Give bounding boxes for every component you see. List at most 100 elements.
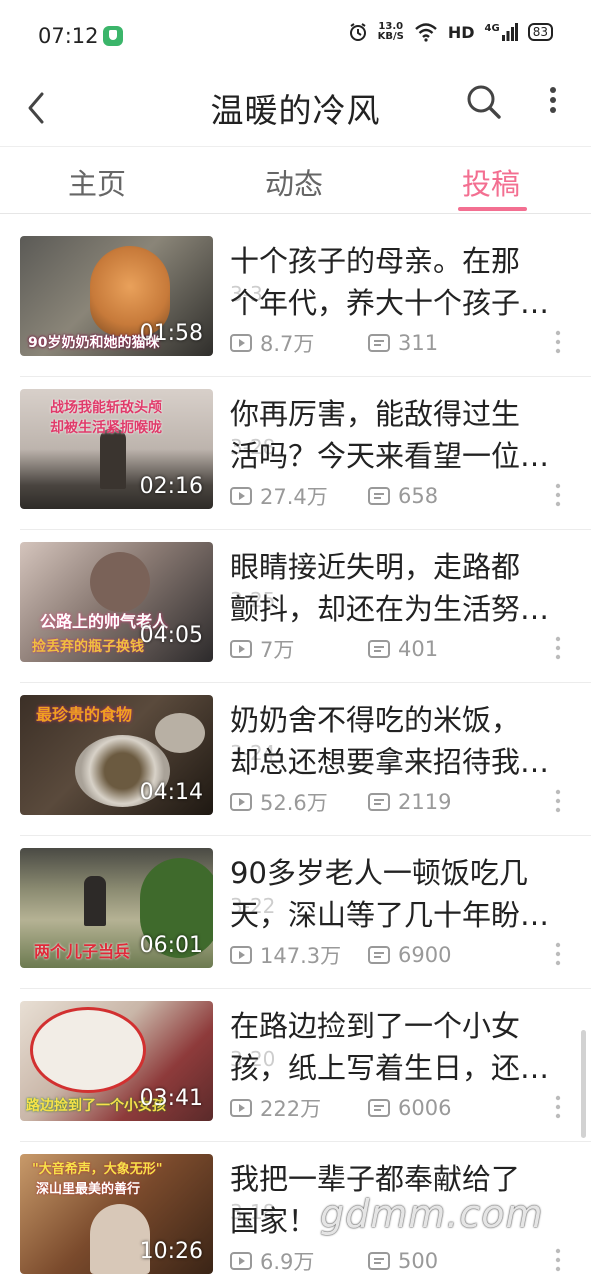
comment-count-value: 500 (398, 1249, 439, 1273)
item-more-icon[interactable] (550, 634, 566, 662)
video-title-line1: 眼睛接近失明，走路都 (230, 550, 521, 584)
video-thumbnail: 90岁奶奶和她的猫咪 01:58 (20, 236, 213, 356)
video-thumbnail: 最珍贵的食物 04:14 (20, 695, 213, 815)
thumb-caption-2: 捡丢弃的瓶子换钱 (32, 639, 144, 655)
thumb-caption: 两个儿子当兵 (34, 942, 131, 961)
video-stats: 52.6万 2119 (230, 787, 451, 817)
video-title-line2: 个年代，养大十个孩子… (230, 286, 550, 320)
video-item[interactable]: 最珍贵的食物 04:14 3-24 奶奶舍不得吃的米饭， 却总还想要拿来招待我…… (0, 683, 591, 836)
view-count: 7万 (230, 634, 368, 664)
video-thumbnail: "大音希声，大象无形" 深山里最美的善行 10:26 (20, 1154, 213, 1274)
comment-count: 500 (368, 1249, 438, 1273)
play-icon (230, 334, 252, 352)
video-item[interactable]: 90岁奶奶和她的猫咪 01:58 3-3 十个孩子的母亲。在那 个年代，养大十个… (0, 224, 591, 377)
comment-icon (368, 1099, 390, 1117)
video-title-line2: 孩，纸上写着生日，还… (230, 1051, 550, 1085)
video-duration: 04:14 (139, 780, 203, 805)
view-count-value: 147.3万 (260, 944, 342, 968)
video-duration: 03:41 (139, 1086, 203, 1111)
battery-icon: 83 (527, 23, 553, 41)
comment-count-value: 6900 (398, 943, 452, 967)
comment-count-value: 6006 (398, 1096, 452, 1120)
view-count-value: 7万 (260, 638, 295, 662)
more-vertical-icon[interactable] (538, 82, 568, 122)
item-more-icon[interactable] (550, 787, 566, 815)
scrollbar[interactable] (581, 1030, 586, 1138)
comment-count: 6006 (368, 1096, 451, 1120)
search-icon[interactable] (464, 82, 504, 122)
thumb-caption-2: 深山里最美的善行 (36, 1182, 141, 1197)
video-title-line2: 却总还想要拿来招待我… (230, 745, 550, 779)
video-duration: 02:16 (139, 474, 203, 499)
play-icon (230, 1099, 252, 1117)
video-title-line1: 十个孩子的母亲。在那 (230, 244, 521, 278)
comment-icon (368, 487, 390, 505)
item-more-icon[interactable] (550, 328, 566, 356)
view-count-value: 222万 (260, 1097, 322, 1121)
view-count: 8.7万 (230, 328, 368, 358)
play-icon (230, 487, 252, 505)
tab-dynamics[interactable]: 动态 (265, 161, 323, 203)
comment-icon (368, 334, 390, 352)
tab-home[interactable]: 主页 (68, 161, 126, 203)
video-duration: 01:58 (139, 321, 203, 346)
item-more-icon[interactable] (550, 1246, 566, 1274)
item-more-icon[interactable] (550, 1093, 566, 1121)
item-more-icon[interactable] (550, 481, 566, 509)
status-time: 07:12 (38, 24, 99, 48)
view-count: 27.4万 (230, 481, 368, 511)
comment-icon (368, 793, 390, 811)
view-count-value: 27.4万 (260, 485, 328, 509)
shield-icon (103, 26, 123, 46)
signal-icon (501, 23, 518, 41)
video-title: 在路边捡到了一个小女 孩，纸上写着生日，还… (230, 1005, 565, 1089)
tab-submissions[interactable]: 投稿 (462, 161, 520, 203)
video-duration: 04:05 (139, 623, 203, 648)
video-item[interactable]: 两个儿子当兵 06:01 3-22 90多岁老人一顿饭吃几 天，深山等了几十年盼… (0, 836, 591, 989)
video-title-line1: 90多岁老人一顿饭吃几 (230, 856, 528, 890)
thumb-caption: "大音希声，大象无形" (32, 1162, 163, 1177)
video-title: 十个孩子的母亲。在那 个年代，养大十个孩子… (230, 240, 565, 324)
video-stats: 7万 401 (230, 634, 438, 664)
video-title-line1: 奶奶舍不得吃的米饭， (230, 703, 521, 737)
video-title-line2: 天，深山等了几十年盼… (230, 898, 550, 932)
video-title-line2: 颤抖，却还在为生活努… (230, 592, 550, 626)
video-duration: 06:01 (139, 933, 203, 958)
video-item[interactable]: 战场我能斩敌头颅 却被生活紧扼喉咙 02:16 3-28 你再厉害，能敌得过生 … (0, 377, 591, 530)
video-stats: 27.4万 658 (230, 481, 438, 511)
view-count: 147.3万 (230, 940, 368, 970)
video-stats: 6.9万 500 (230, 1246, 438, 1276)
tab-indicator (458, 207, 527, 211)
video-title-line1: 在路边捡到了一个小女 (230, 1009, 521, 1043)
view-count: 6.9万 (230, 1246, 368, 1276)
video-item[interactable]: 公路上的帅气老人 捡丢弃的瓶子换钱 04:05 3-25 眼睛接近失明，走路都 … (0, 530, 591, 683)
wifi-icon (415, 23, 437, 42)
video-duration: 10:26 (139, 1239, 203, 1264)
video-stats: 222万 6006 (230, 1093, 451, 1123)
net-type: 4G (484, 23, 500, 34)
comment-count: 6900 (368, 943, 451, 967)
item-more-icon[interactable] (550, 940, 566, 968)
comment-icon (368, 640, 390, 658)
play-icon (230, 793, 252, 811)
view-count: 222万 (230, 1093, 368, 1123)
net-speed-unit: KB/S (377, 31, 404, 42)
comment-count: 658 (368, 484, 438, 508)
play-icon (230, 640, 252, 658)
play-icon (230, 946, 252, 964)
comment-count: 401 (368, 637, 438, 661)
view-count-value: 52.6万 (260, 791, 328, 815)
status-bar: 07:12 13.0 KB/S HD 4G 83 (0, 0, 591, 70)
play-icon (230, 1252, 252, 1270)
signal: 4G (485, 23, 518, 41)
video-item[interactable]: 路边捡到了一个小女孩 03:41 3-20 在路边捡到了一个小女 孩，纸上写着生… (0, 989, 591, 1142)
tab-bar: 主页 动态 投稿 (0, 146, 591, 214)
status-indicators: 13.0 KB/S HD 4G 83 (348, 22, 553, 42)
video-title: 奶奶舍不得吃的米饭， 却总还想要拿来招待我… (230, 699, 565, 783)
comment-count: 311 (368, 331, 438, 355)
video-stats: 147.3万 6900 (230, 940, 451, 970)
comment-count-value: 401 (398, 637, 439, 661)
video-title: 你再厉害，能敌得过生 活吗？今天来看望一位… (230, 393, 565, 477)
comment-count-value: 311 (398, 331, 439, 355)
thumb-caption-2: 却被生活紧扼喉咙 (50, 420, 162, 436)
